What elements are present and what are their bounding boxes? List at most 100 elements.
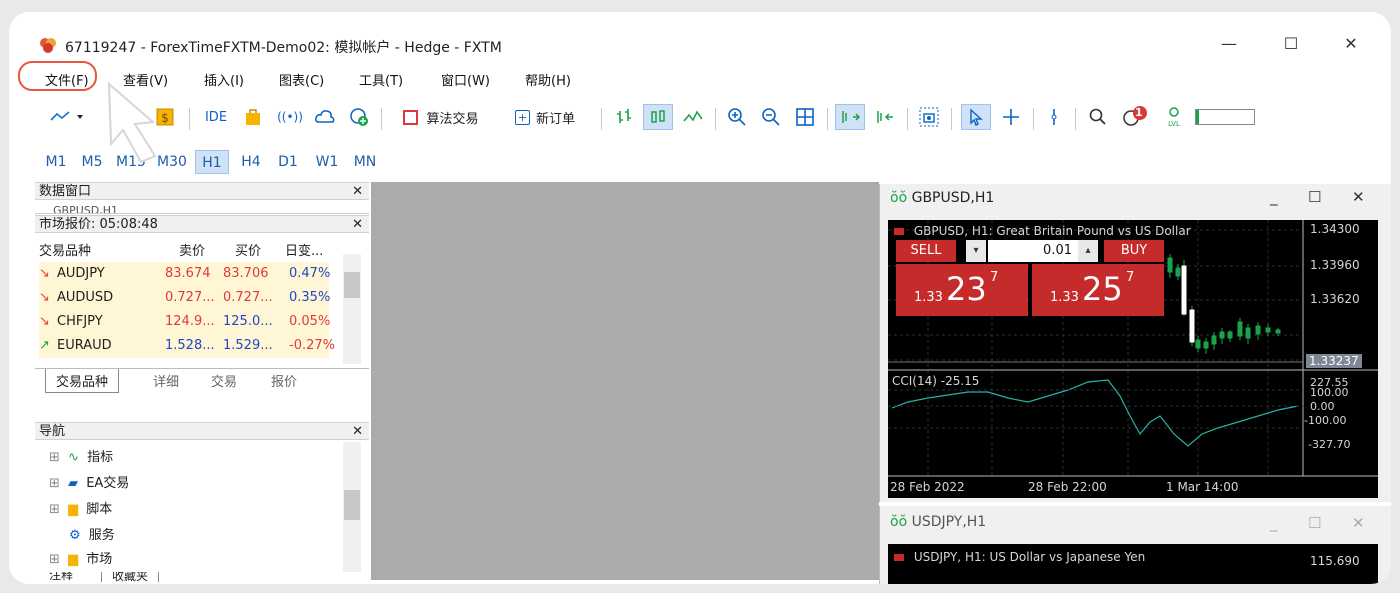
nav-item-scripts[interactable]: ⊞ ▆ 脚本 xyxy=(49,498,112,520)
col-symbol[interactable]: 交易品种 xyxy=(39,240,91,259)
buy-price-small: 1.33 xyxy=(1050,290,1079,305)
chart-minimize-button[interactable]: _ xyxy=(1270,188,1278,206)
sell-price-pip: 7 xyxy=(990,270,999,285)
menu-charts[interactable]: 图表(C) xyxy=(279,70,324,89)
col-change[interactable]: 日变... xyxy=(285,240,323,259)
nav-item-market[interactable]: ⊞ ▆ 市场 xyxy=(49,548,112,570)
nav-item-indicators[interactable]: ⊞ ∿ 指标 xyxy=(49,446,113,468)
sell-price-big: 23 xyxy=(946,270,987,308)
menu-insert[interactable]: 插入(I) xyxy=(204,70,244,89)
price-axis-label: 115.690 xyxy=(1310,554,1360,568)
tab-trading[interactable]: 交易 xyxy=(211,371,237,390)
crosshair-button[interactable] xyxy=(997,104,1025,130)
row-symbol: CHFJPY xyxy=(57,314,103,329)
buy-price-button[interactable]: 1.33 25 7 xyxy=(1032,264,1164,316)
data-window-close[interactable]: ✕ xyxy=(352,183,363,201)
nav-item-services[interactable]: ⚙ 服务 xyxy=(65,524,115,546)
chart-close-button[interactable]: ✕ xyxy=(1352,514,1365,532)
navigator-close[interactable]: ✕ xyxy=(352,423,363,441)
volume-decrease-button[interactable]: ▾ xyxy=(966,240,986,262)
row-symbol: AUDUSD xyxy=(57,290,114,305)
maximize-button[interactable]: ☐ xyxy=(1271,32,1311,56)
menu-help[interactable]: 帮助(H) xyxy=(525,70,571,89)
price-chart-2[interactable]: USDJPY, H1: US Dollar vs Japanese Yen 11… xyxy=(888,544,1378,584)
script-icon: ▆ xyxy=(68,502,79,517)
algo-trading-button[interactable]: 算法交易 xyxy=(391,104,491,130)
market-watch-header: 市场报价: 05:08:48 ✕ xyxy=(35,215,369,233)
cursor-tool-button[interactable] xyxy=(961,104,991,130)
col-bid[interactable]: 卖价 xyxy=(179,240,205,259)
close-button[interactable]: ✕ xyxy=(1331,32,1371,56)
chart-shift-button[interactable] xyxy=(871,104,899,130)
data-window-symbol[interactable]: GBPUSD,H1 xyxy=(35,201,369,214)
ide-button[interactable]: IDE xyxy=(199,104,233,130)
data-window-header: 数据窗口 ✕ xyxy=(35,182,369,200)
sell-price-button[interactable]: 1.33 23 7 xyxy=(896,264,1028,316)
vertical-line-button[interactable] xyxy=(1041,104,1067,130)
search-icon xyxy=(1089,108,1106,125)
price-chart[interactable]: GBPUSD, H1: Great Britain Pound vs US Do… xyxy=(888,220,1378,498)
indicator-icon: ∿ xyxy=(68,450,79,465)
vps-button[interactable] xyxy=(311,104,339,130)
market-button[interactable] xyxy=(239,104,267,130)
tile-windows-button[interactable] xyxy=(791,104,819,130)
candlestick-button[interactable] xyxy=(643,104,673,130)
navigator-scrollbar[interactable] xyxy=(343,442,361,572)
tf-m1[interactable]: M1 xyxy=(41,150,71,174)
scrollbar-thumb[interactable] xyxy=(344,490,360,520)
community-button[interactable] xyxy=(345,104,373,130)
screenshot-button[interactable] xyxy=(915,104,943,130)
tab-symbols[interactable]: 交易品种 xyxy=(45,369,120,393)
market-watch-tabs: 交易品种 详细 交易 报价 xyxy=(35,368,369,393)
table-row[interactable]: ↘ AUDUSD 0.727... 0.727... 0.35% xyxy=(39,286,330,310)
menu-tools[interactable]: 工具(T) xyxy=(359,70,403,89)
app-logo-icon xyxy=(40,38,56,53)
chart-maximize-button[interactable]: ☐ xyxy=(1308,188,1321,206)
tab-details[interactable]: 详细 xyxy=(153,371,179,390)
row-bid: 0.727... xyxy=(165,290,215,305)
zoom-out-button[interactable] xyxy=(757,104,785,130)
autoscroll-button[interactable] xyxy=(835,104,865,130)
row-ask: 125.0... xyxy=(223,314,273,329)
table-row[interactable]: ↘ AUDJPY 83.674 83.706 0.47% xyxy=(39,262,331,286)
line-button[interactable] xyxy=(679,104,707,130)
search-button[interactable] xyxy=(1085,104,1111,130)
scrollbar-thumb[interactable] xyxy=(344,272,360,298)
nav-item-label: 服务 xyxy=(88,528,115,543)
volume-input[interactable]: 0.01 xyxy=(988,240,1078,262)
tf-h4[interactable]: H4 xyxy=(235,150,267,174)
tf-mn[interactable]: MN xyxy=(347,150,383,174)
level-progress-bar xyxy=(1195,104,1255,130)
table-row[interactable]: ↗ EURAUD 1.528... 1.529... -0.27% xyxy=(39,334,335,358)
signals-button[interactable]: ((•)) xyxy=(275,104,305,130)
new-order-label: 新订单 xyxy=(535,111,575,127)
notifications-button[interactable]: 1 xyxy=(1119,104,1151,130)
sell-button[interactable]: SELL xyxy=(896,240,956,262)
market-watch-scrollbar[interactable] xyxy=(343,254,361,364)
chart-close-button[interactable]: ✕ xyxy=(1352,188,1365,206)
row-change: 0.47% xyxy=(289,266,331,281)
algo-trading-label: 算法交易 xyxy=(426,111,479,127)
nav-item-experts[interactable]: ⊞ ▰ EA交易 xyxy=(49,472,129,494)
bar-chart-button[interactable] xyxy=(611,104,637,130)
table-row[interactable]: ↘ CHFJPY 124.9... 125.0... 0.05% xyxy=(39,310,330,334)
buy-button[interactable]: BUY xyxy=(1104,240,1164,262)
chart-type-dropdown[interactable] xyxy=(45,104,89,130)
tab-common[interactable]: 注释 xyxy=(49,572,73,582)
volume-increase-button[interactable]: ▴ xyxy=(1078,240,1098,262)
minimize-button[interactable]: — xyxy=(1209,32,1249,56)
market-watch-close[interactable]: ✕ xyxy=(352,216,363,234)
main-toolbar: $ IDE ((•)) 算法交易 + 新订单 1 LVL xyxy=(29,98,1381,138)
zoom-in-button[interactable] xyxy=(723,104,751,130)
tab-favorites[interactable]: 收藏夹 xyxy=(101,572,160,582)
tab-ticks[interactable]: 报价 xyxy=(271,371,297,390)
new-order-button[interactable]: + 新订单 xyxy=(499,104,591,130)
chart-minimize-button[interactable]: _ xyxy=(1270,514,1278,532)
tf-w1[interactable]: W1 xyxy=(309,150,345,174)
col-ask[interactable]: 买价 xyxy=(235,240,261,259)
level-button[interactable]: LVL xyxy=(1161,104,1187,130)
menu-window[interactable]: 窗口(W) xyxy=(441,70,490,89)
tf-h1[interactable]: H1 xyxy=(195,150,229,174)
chart-maximize-button[interactable]: ☐ xyxy=(1308,514,1321,532)
tf-d1[interactable]: D1 xyxy=(271,150,305,174)
